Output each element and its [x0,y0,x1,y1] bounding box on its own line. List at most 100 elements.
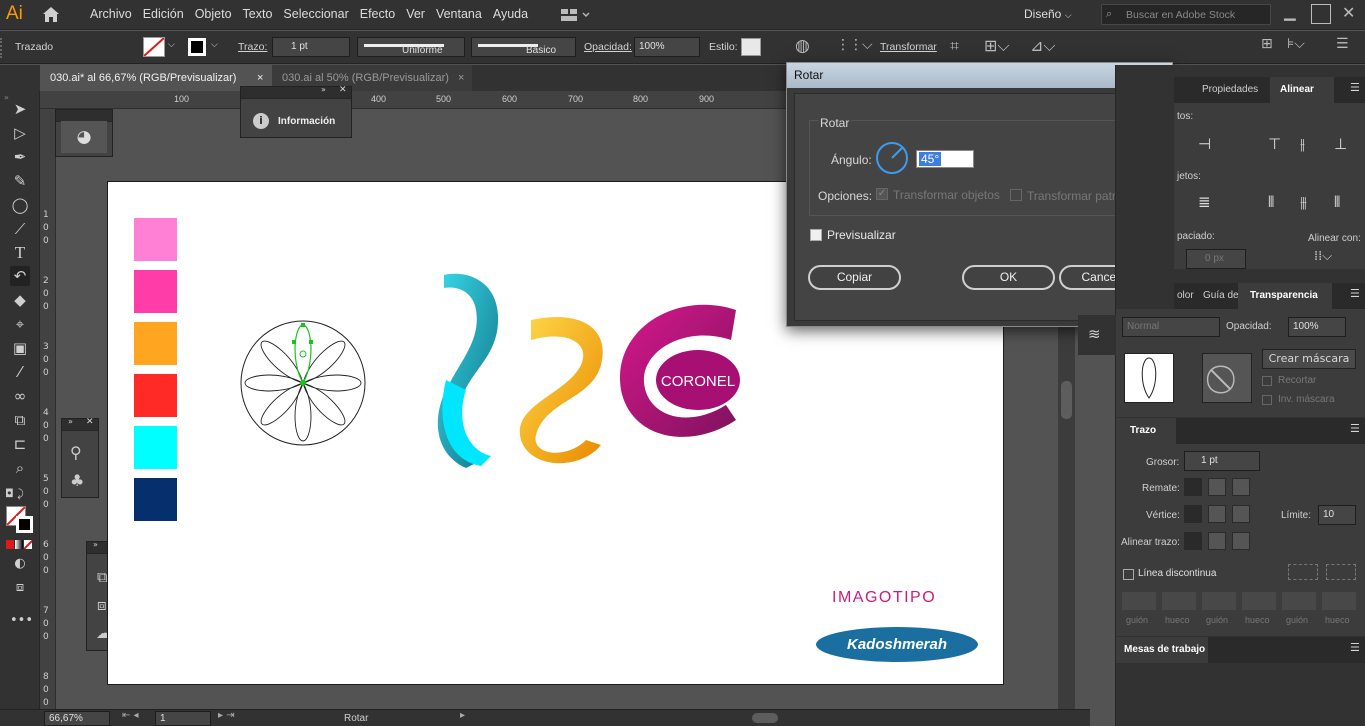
first-artboard-icon[interactable]: ⇤ ◂ [122,710,139,721]
gap-field[interactable] [1162,592,1196,610]
graphic-style-swatch[interactable] [741,38,761,56]
tab-transparency[interactable]: Transparencia [1238,283,1332,309]
home-icon[interactable] [42,6,60,23]
menu-objeto[interactable]: Objeto [195,7,232,21]
direct-selection-tool-icon[interactable]: ▷ [10,123,30,143]
distribute-left-icon[interactable]: ⫴ [1268,193,1274,211]
dash-field[interactable] [1282,592,1316,610]
opacity-label[interactable]: Opacidad: [584,41,632,53]
align-dashes-button[interactable] [1326,564,1356,580]
transform-link[interactable]: Transformar [880,41,937,53]
color-swatch[interactable] [134,478,177,521]
minimize-button[interactable]: ▁ [1284,3,1304,23]
artboard-number-field[interactable]: 1 [155,711,211,726]
ok-button[interactable]: OK [962,265,1055,290]
pathfinder-icon[interactable]: ⧈ [97,596,107,614]
variable-width-profile-select[interactable]: Uniforme [357,37,465,57]
align-vcenter-icon[interactable]: ⫲ [1300,135,1305,153]
menu-texto[interactable]: Texto [243,7,273,21]
menu-ver[interactable]: Ver [406,7,425,21]
transform-objects-checkbox[interactable]: ✓ [876,188,888,200]
tab-stroke[interactable]: Trazo [1116,418,1176,444]
brush-definition-select[interactable]: Básico [471,37,576,57]
stock-search[interactable]: ⌕ Buscar en Adobe Stock [1101,4,1271,25]
collapse-panel-icon[interactable]: » [4,93,9,102]
eraser-tool-icon[interactable]: ◆ [10,290,30,310]
rotate-tool-icon[interactable]: ↶ [10,266,30,286]
layers-icon[interactable]: ≋ [1088,325,1101,343]
copy-button[interactable]: Copiar [808,265,901,290]
fill-swatch[interactable] [143,37,165,57]
round-join-button[interactable] [1208,505,1226,523]
brushes-icon[interactable]: ⚲ [70,443,82,462]
eyedropper-tool-icon[interactable]: ⁄ [10,362,30,382]
info-icon[interactable]: i [253,113,269,129]
workspace-switcher[interactable]: Diseño ⌵ [1024,7,1072,21]
dash-field[interactable] [1122,592,1156,610]
tab-active-document[interactable]: 030.ai* al 66,67% (RGB/Previsualizar) × [40,65,272,91]
next-artboard-icon[interactable]: ▸ ⇥ [218,710,235,721]
more-tools-icon[interactable]: ••• [10,611,33,631]
symbols-icon[interactable]: ♣ [70,471,84,490]
miter-join-button[interactable] [1184,505,1202,523]
recolor-artwork-icon[interactable]: ◍ [795,36,810,56]
align-stroke-outside-button[interactable] [1232,532,1250,550]
preview-checkbox[interactable] [810,229,822,241]
shape-builder-tool-icon[interactable]: ⧉ [10,410,30,430]
align-stroke-inside-button[interactable] [1208,532,1226,550]
menu-ventana[interactable]: Ventana [436,7,482,21]
color-mode-icon[interactable] [6,540,14,549]
round-cap-button[interactable] [1208,478,1226,496]
color-swatch[interactable] [134,322,177,365]
align-right-icon[interactable]: ⊣ [1198,135,1211,153]
color-swatch[interactable] [134,218,177,261]
default-colors-icon[interactable]: ◘ ⤸ [5,487,24,501]
dashed-line-checkbox[interactable] [1123,569,1134,580]
status-menu-icon[interactable]: ▸ [460,710,465,721]
angle-dial-icon[interactable] [875,141,909,175]
gap-field[interactable] [1322,592,1356,610]
arrange-grid-icon[interactable]: ⊞ [1261,36,1273,52]
tab-properties[interactable]: Propiedades [1202,84,1258,95]
object-thumbnail[interactable] [1124,353,1174,403]
draw-mode-icon[interactable]: ◐ [10,554,30,574]
pen-tool-icon[interactable]: ✒ [10,147,30,167]
menu-icon[interactable]: ☰ [1336,36,1349,52]
color-swatch[interactable] [134,426,177,469]
zoom-tool-icon[interactable]: ⌕ [10,458,30,478]
menu-efecto[interactable]: Efecto [360,7,395,21]
gradient-mode-icon[interactable] [15,540,23,549]
angle-input[interactable]: 45° [916,150,974,168]
color-swatch[interactable] [134,270,177,313]
curvature-tool-icon[interactable]: ✎ [10,171,30,191]
selection-tool-icon[interactable]: ➤ [10,99,30,119]
clip-checkbox[interactable] [1262,376,1272,386]
ellipse-tool-icon[interactable]: ◯ [10,195,30,215]
distribute-bottom-icon[interactable]: ≣ [1198,193,1211,211]
panel-grip[interactable]: »✕ [241,85,351,99]
invert-mask-checkbox[interactable] [1262,395,1272,405]
arrange-documents-icon[interactable] [560,8,590,22]
close-panel-icon[interactable]: ✕ [339,85,347,95]
vertical-ruler[interactable]: 100 200 300 400 500 600 700 800 [40,109,56,709]
opacity-field[interactable]: 100% [634,37,700,57]
bevel-join-button[interactable] [1232,505,1250,523]
transparency-opacity-field[interactable]: 100% [1288,317,1346,337]
color-swatch[interactable] [134,374,177,417]
tab-color[interactable]: olor [1177,290,1194,301]
scroll-thumb[interactable] [1061,381,1072,419]
color-mode-buttons[interactable] [6,540,34,549]
screen-mode-icon[interactable]: ⧈ [10,578,30,598]
close-window-button[interactable]: ✕ [1342,3,1355,22]
stroke-swatch[interactable] [188,38,206,56]
panel-grip[interactable]: »✕ [62,417,98,431]
menu-edicion[interactable]: Edición [143,7,184,21]
maximize-button[interactable] [1311,4,1331,24]
tab-color-guide[interactable]: Guía de [1203,290,1239,301]
paintbrush-tool-icon[interactable]: ⟋ [10,219,30,239]
distribute-hcenter-icon[interactable]: ⫵ [1300,193,1307,211]
menu-seleccionar[interactable]: Seleccionar [283,7,348,21]
appearance-icon[interactable]: ◕ [61,121,107,153]
none-mode-icon[interactable] [24,540,32,549]
stroke-weight-field[interactable]: 1 pt [272,37,350,57]
